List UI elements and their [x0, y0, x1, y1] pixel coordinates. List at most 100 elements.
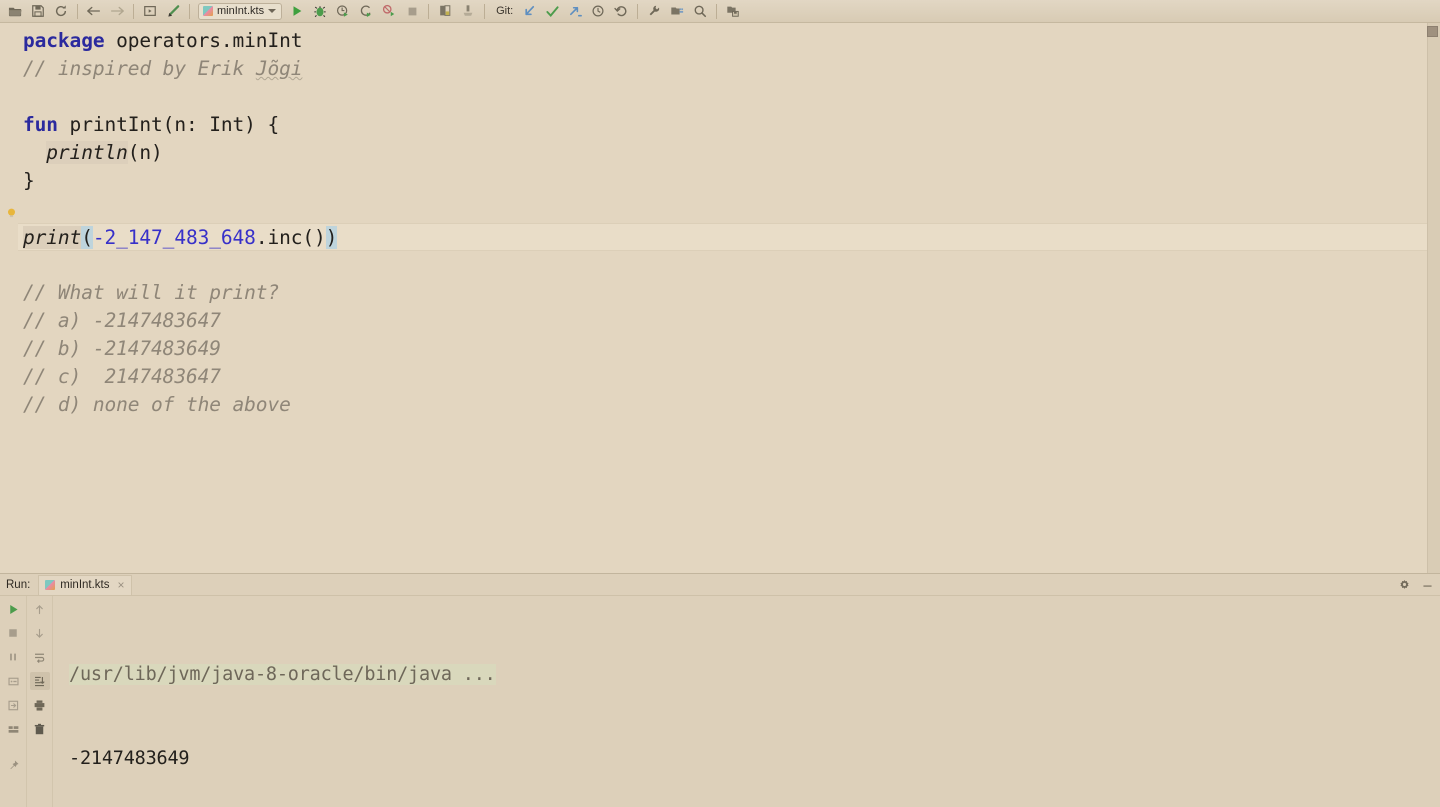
console-line-output: -2147483649	[69, 748, 190, 769]
sync-refresh-icon[interactable]	[50, 1, 72, 21]
line-package-token-1: operators.minInt	[104, 29, 303, 52]
line-blank-3[interactable]	[18, 251, 1440, 279]
dump-threads-icon[interactable]	[3, 672, 23, 690]
run-header-actions	[1398, 574, 1434, 596]
stop-icon[interactable]	[3, 624, 23, 642]
run-icon[interactable]	[286, 1, 308, 21]
line-print-call-token-4: )	[325, 226, 338, 249]
save-all-icon[interactable]	[27, 1, 49, 21]
profile-icon[interactable]	[355, 1, 377, 21]
toolbar-separator	[716, 3, 718, 19]
line-println-token-0	[23, 141, 46, 164]
line-answer-a-token-0: // a) -2147483647	[23, 309, 221, 332]
project-icon[interactable]	[666, 1, 688, 21]
line-comment-inspired-token-0: // inspired by Erik	[23, 57, 256, 80]
kotlin-script-icon	[203, 6, 213, 16]
up-arrow-icon[interactable]	[30, 600, 50, 618]
line-comment-inspired[interactable]: // inspired by Erik Jõgi	[18, 55, 1440, 83]
line-answer-d[interactable]: // d) none of the above	[18, 391, 1440, 419]
debug-icon[interactable]	[309, 1, 331, 21]
line-answer-a[interactable]: // a) -2147483647	[18, 307, 1440, 335]
git-label: Git:	[496, 5, 514, 17]
run-tool-window-header: Run: minInt.kts ×	[0, 574, 1440, 596]
toolbar-separator	[77, 3, 78, 19]
line-blank-2[interactable]	[18, 195, 1440, 223]
down-arrow-icon[interactable]	[30, 624, 50, 642]
toolbar-separator	[189, 3, 190, 19]
scroll-to-end-icon[interactable]	[29, 672, 50, 690]
run-secondary-toolbar	[27, 596, 53, 807]
forward-arrow-icon[interactable]	[106, 1, 128, 21]
console-command-text: /usr/lib/jvm/java-8-oracle/bin/java ...	[69, 664, 496, 685]
layout-icon[interactable]	[3, 720, 23, 738]
error-stripe-marker[interactable]	[1427, 26, 1438, 37]
git-revert-icon[interactable]	[610, 1, 632, 21]
run-tab-label: minInt.kts	[60, 579, 110, 591]
line-package[interactable]: package operators.minInt	[18, 27, 1440, 55]
console-output[interactable]: /usr/lib/jvm/java-8-oracle/bin/java ... …	[53, 596, 1440, 807]
editor-gutter[interactable]	[0, 23, 18, 573]
back-arrow-icon[interactable]	[83, 1, 105, 21]
ide-window: minInt.kts Git: package operators.minInt…	[0, 0, 1440, 807]
line-comment-inspired-token-1: Jõgi	[255, 57, 303, 80]
line-print-call-token-0: print	[23, 226, 82, 249]
open-folder-icon[interactable]	[4, 1, 26, 21]
line-answer-c[interactable]: // c) 2147483647	[18, 363, 1440, 391]
run-left-toolbar	[0, 596, 27, 807]
toolbar-separator	[484, 3, 486, 19]
line-question[interactable]: // What will it print?	[18, 279, 1440, 307]
stash-icon[interactable]	[722, 1, 744, 21]
line-close-brace-token-0: }	[23, 169, 35, 192]
editor-scrollbar[interactable]	[1427, 23, 1440, 573]
lightbulb-icon[interactable]	[5, 207, 18, 220]
line-println[interactable]: println(n)	[18, 139, 1440, 167]
line-answer-b[interactable]: // b) -2147483649	[18, 335, 1440, 363]
pause-icon[interactable]	[3, 648, 23, 666]
line-println-token-2: (n)	[127, 141, 163, 164]
run-tool-window-body: /usr/lib/jvm/java-8-oracle/bin/java ... …	[0, 596, 1440, 807]
stop-icon[interactable]	[401, 1, 423, 21]
line-close-brace[interactable]: }	[18, 167, 1440, 195]
run-tool-window: Run: minInt.kts × /usr/lib/jvm/java-8-or…	[0, 573, 1440, 807]
run-configuration-selector[interactable]: minInt.kts	[198, 2, 283, 20]
print-icon[interactable]	[30, 696, 50, 714]
line-print-call-token-1: (	[81, 226, 93, 249]
last-edit-location-icon[interactable]	[162, 1, 184, 21]
pin-icon[interactable]	[3, 756, 23, 774]
attach-debugger-icon[interactable]	[378, 1, 400, 21]
run-tab-minint[interactable]: minInt.kts ×	[38, 574, 132, 595]
toolbar-separator	[428, 3, 430, 19]
code-content[interactable]: package operators.minInt// inspired by E…	[18, 23, 1440, 573]
chevron-down-icon	[268, 9, 277, 13]
line-fun-printint-token-0: fun	[23, 113, 58, 136]
line-println-token-1: println	[46, 141, 128, 164]
run-with-coverage-icon[interactable]	[332, 1, 354, 21]
gear-settings-icon[interactable]	[1398, 579, 1411, 592]
git-push-icon[interactable]	[564, 1, 586, 21]
line-blank-1[interactable]	[18, 83, 1440, 111]
git-history-icon[interactable]	[587, 1, 609, 21]
git-update-icon[interactable]	[518, 1, 540, 21]
line-question-token-0: // What will it print?	[23, 281, 280, 304]
toggle-bookmark-icon[interactable]	[139, 1, 161, 21]
soft-wrap-icon[interactable]	[30, 648, 50, 666]
main-toolbar: minInt.kts Git:	[0, 0, 1440, 23]
editor-area: package operators.minInt// inspired by E…	[0, 23, 1440, 573]
toolbar-separator	[637, 3, 639, 19]
close-icon[interactable]: ×	[115, 579, 125, 591]
clear-all-icon[interactable]	[30, 720, 50, 738]
line-fun-printint-token-1: printInt(n: Int) {	[57, 113, 280, 136]
console-line-command: /usr/lib/jvm/java-8-oracle/bin/java ...	[69, 661, 1440, 689]
git-commit-icon[interactable]	[541, 1, 563, 21]
export-icon[interactable]	[3, 696, 23, 714]
line-answer-b-token-0: // b) -2147483649	[23, 337, 221, 360]
search-everywhere-icon[interactable]	[689, 1, 711, 21]
line-answer-d-token-0: // d) none of the above	[23, 393, 291, 416]
line-print-call[interactable]: print(-2_147_483_648.inc())	[18, 223, 1440, 251]
wrench-settings-icon[interactable]	[643, 1, 665, 21]
minimize-icon[interactable]	[1421, 579, 1434, 592]
sdk-settings-icon[interactable]	[457, 1, 479, 21]
project-structure-icon[interactable]	[434, 1, 456, 21]
line-fun-printint[interactable]: fun printInt(n: Int) {	[18, 111, 1440, 139]
rerun-icon[interactable]	[3, 600, 23, 618]
